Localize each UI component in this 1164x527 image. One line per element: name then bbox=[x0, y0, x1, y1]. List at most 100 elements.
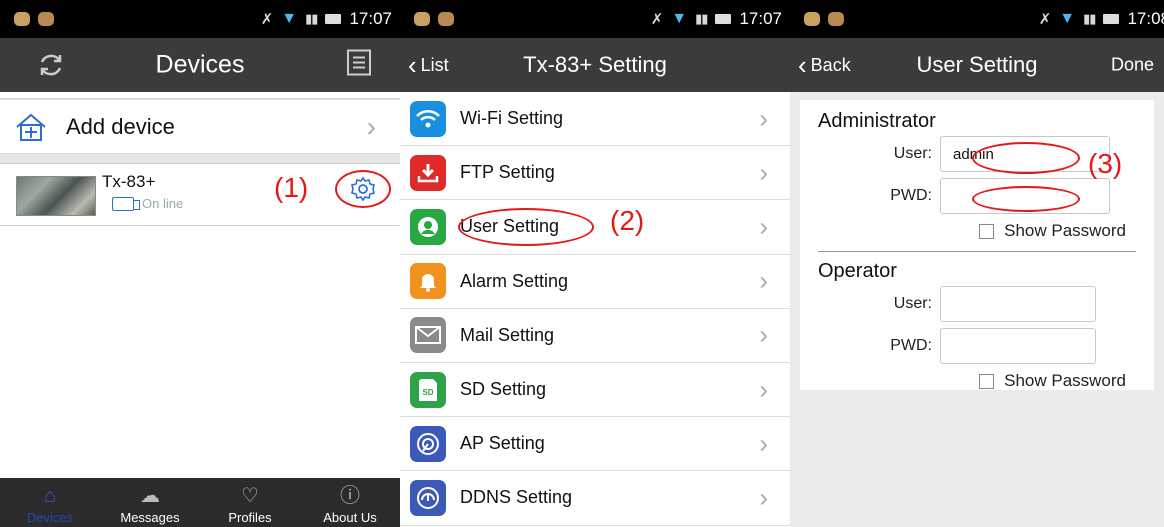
navbar: ‹ List Tx-83+ Setting bbox=[400, 38, 790, 92]
tab-label: About Us bbox=[323, 510, 377, 525]
menu-item-label: Alarm Setting bbox=[460, 270, 569, 291]
chevron-right-icon: › bbox=[366, 110, 376, 142]
tab-messages[interactable]: ☁ Messages bbox=[100, 478, 200, 527]
chevron-right-icon: › bbox=[759, 157, 768, 188]
status-bar: ✗ ▼ ▮▮ 17:07 bbox=[0, 0, 400, 38]
admin-show-password[interactable]: Show Password bbox=[818, 217, 1136, 245]
menu-item-user-setting[interactable]: User Setting (2) › bbox=[400, 200, 790, 255]
operator-pwd-row: PWD: bbox=[818, 325, 1136, 367]
clock: 17:07 bbox=[349, 9, 392, 28]
menu-item-ddns-setting[interactable]: DDNS Setting › bbox=[400, 471, 790, 526]
administrator-title: Administrator bbox=[818, 110, 936, 132]
tab-label: Profiles bbox=[228, 510, 272, 525]
annotation-3: (3) bbox=[1088, 148, 1123, 179]
operator-user-input[interactable] bbox=[940, 286, 1096, 322]
mute-icon: ✗ bbox=[650, 11, 664, 28]
wifi-status-icon: ▼ bbox=[671, 10, 688, 27]
devices-screen: ✗ ▼ ▮▮ 17:07 Devices Add device › Tx-83+… bbox=[0, 0, 400, 527]
menu-item-ap-setting[interactable]: AP Setting › bbox=[400, 417, 790, 472]
notification-icon bbox=[414, 12, 430, 26]
sd-card-icon: SD bbox=[410, 371, 446, 408]
menu-item-wifi-setting[interactable]: Wi-Fi Setting › bbox=[400, 92, 790, 147]
chevron-right-icon: › bbox=[759, 211, 768, 242]
admin-user-label: User: bbox=[893, 145, 932, 162]
ddns-icon bbox=[410, 479, 446, 516]
device-setting-screen: ✗ ▼ ▮▮ 17:07 ‹ List Tx-83+ Setting Wi-Fi… bbox=[400, 0, 790, 527]
mute-icon: ✗ bbox=[260, 11, 274, 28]
add-device-row[interactable]: Add device › bbox=[0, 98, 400, 154]
annotation-ring-3a bbox=[972, 142, 1080, 174]
list-button[interactable] bbox=[346, 49, 372, 82]
clock: 17:07 bbox=[739, 9, 782, 28]
divider bbox=[0, 154, 400, 164]
heart-icon: ♡ bbox=[241, 485, 259, 507]
add-device-label: Add device bbox=[66, 113, 175, 139]
gallery-icon bbox=[38, 12, 54, 26]
menu-item-mail-setting[interactable]: Mail Setting › bbox=[400, 309, 790, 363]
clock: 17:08 bbox=[1127, 9, 1164, 28]
tab-bar: ⌂ Devices ☁ Messages ♡ Profiles ⓘ About … bbox=[0, 478, 400, 527]
menu-item-ftp-setting[interactable]: FTP Setting › bbox=[400, 146, 790, 201]
status-bar: ✗ ▼ ▮▮ 17:08 bbox=[790, 0, 1164, 38]
signal-icon: ▮▮ bbox=[305, 11, 318, 26]
tab-profiles[interactable]: ♡ Profiles bbox=[200, 478, 300, 527]
device-row[interactable]: Tx-83+ On line (1) bbox=[0, 164, 400, 226]
mail-icon bbox=[410, 317, 446, 354]
operator-user-row: User: bbox=[818, 283, 1136, 325]
gallery-icon bbox=[828, 12, 844, 26]
chevron-right-icon: › bbox=[759, 319, 768, 350]
gear-icon bbox=[351, 176, 375, 202]
page-title: Tx-83+ Setting bbox=[523, 52, 667, 77]
menu-item-label: Mail Setting bbox=[460, 324, 555, 345]
settings-menu: Wi-Fi Setting › FTP Setting › User Setti… bbox=[400, 92, 790, 526]
battery-icon bbox=[1103, 14, 1120, 24]
checkbox[interactable] bbox=[979, 373, 995, 389]
menu-item-label: Wi-Fi Setting bbox=[460, 108, 564, 129]
tab-devices[interactable]: ⌂ Devices bbox=[0, 478, 100, 527]
operator-show-password[interactable]: Show Password bbox=[818, 367, 1136, 395]
download-icon bbox=[410, 154, 446, 191]
battery-icon bbox=[715, 14, 732, 24]
gallery-icon bbox=[438, 12, 454, 26]
mute-icon: ✗ bbox=[1038, 11, 1052, 28]
settings-button[interactable] bbox=[349, 175, 377, 208]
info-icon: ⓘ bbox=[340, 485, 360, 507]
cloud-icon: ☁ bbox=[140, 485, 160, 507]
menu-item-alarm-setting[interactable]: Alarm Setting › bbox=[400, 255, 790, 309]
signal-icon: ▮▮ bbox=[695, 11, 708, 26]
tab-label: Devices bbox=[26, 510, 74, 525]
navbar: ‹ Back User Setting Done bbox=[790, 38, 1164, 92]
menu-item-sd-setting[interactable]: SD SD Setting › bbox=[400, 363, 790, 418]
operator-title: Operator bbox=[818, 260, 897, 282]
operator-pwd-input[interactable] bbox=[940, 328, 1096, 364]
menu-item-label: DDNS Setting bbox=[460, 487, 573, 508]
divider bbox=[818, 251, 1136, 252]
chevron-right-icon: › bbox=[759, 103, 768, 134]
device-status: On line bbox=[142, 196, 184, 211]
tab-about-us[interactable]: ⓘ About Us bbox=[300, 478, 400, 527]
wifi-status-icon: ▼ bbox=[1059, 10, 1076, 27]
menu-item-label: SD Setting bbox=[460, 379, 547, 400]
signal-icon: ▮▮ bbox=[1083, 11, 1096, 26]
notification-icon bbox=[804, 12, 820, 26]
user-setting-panel: Administrator User: admin PWD: Show Pass… bbox=[800, 100, 1154, 390]
menu-item-label: FTP Setting bbox=[460, 162, 555, 183]
admin-pwd-label: PWD: bbox=[890, 187, 932, 204]
done-button[interactable]: Done bbox=[1111, 55, 1154, 76]
chevron-right-icon: › bbox=[759, 265, 768, 296]
annotation-ring-3b bbox=[972, 186, 1080, 212]
navbar: Devices bbox=[0, 38, 400, 92]
list-icon bbox=[347, 49, 371, 76]
operator-pwd-label: PWD: bbox=[890, 337, 932, 354]
tab-label: Messages bbox=[120, 510, 180, 525]
status-bar: ✗ ▼ ▮▮ 17:07 bbox=[400, 0, 790, 38]
page-title: User Setting bbox=[916, 52, 1038, 77]
chevron-right-icon: › bbox=[759, 374, 768, 405]
checkbox[interactable] bbox=[979, 223, 995, 239]
user-icon bbox=[410, 208, 446, 245]
notification-icon bbox=[14, 12, 30, 26]
ap-icon bbox=[410, 425, 446, 462]
wifi-icon bbox=[410, 100, 446, 137]
camera-icon bbox=[112, 196, 140, 211]
page-title: Devices bbox=[155, 50, 245, 79]
